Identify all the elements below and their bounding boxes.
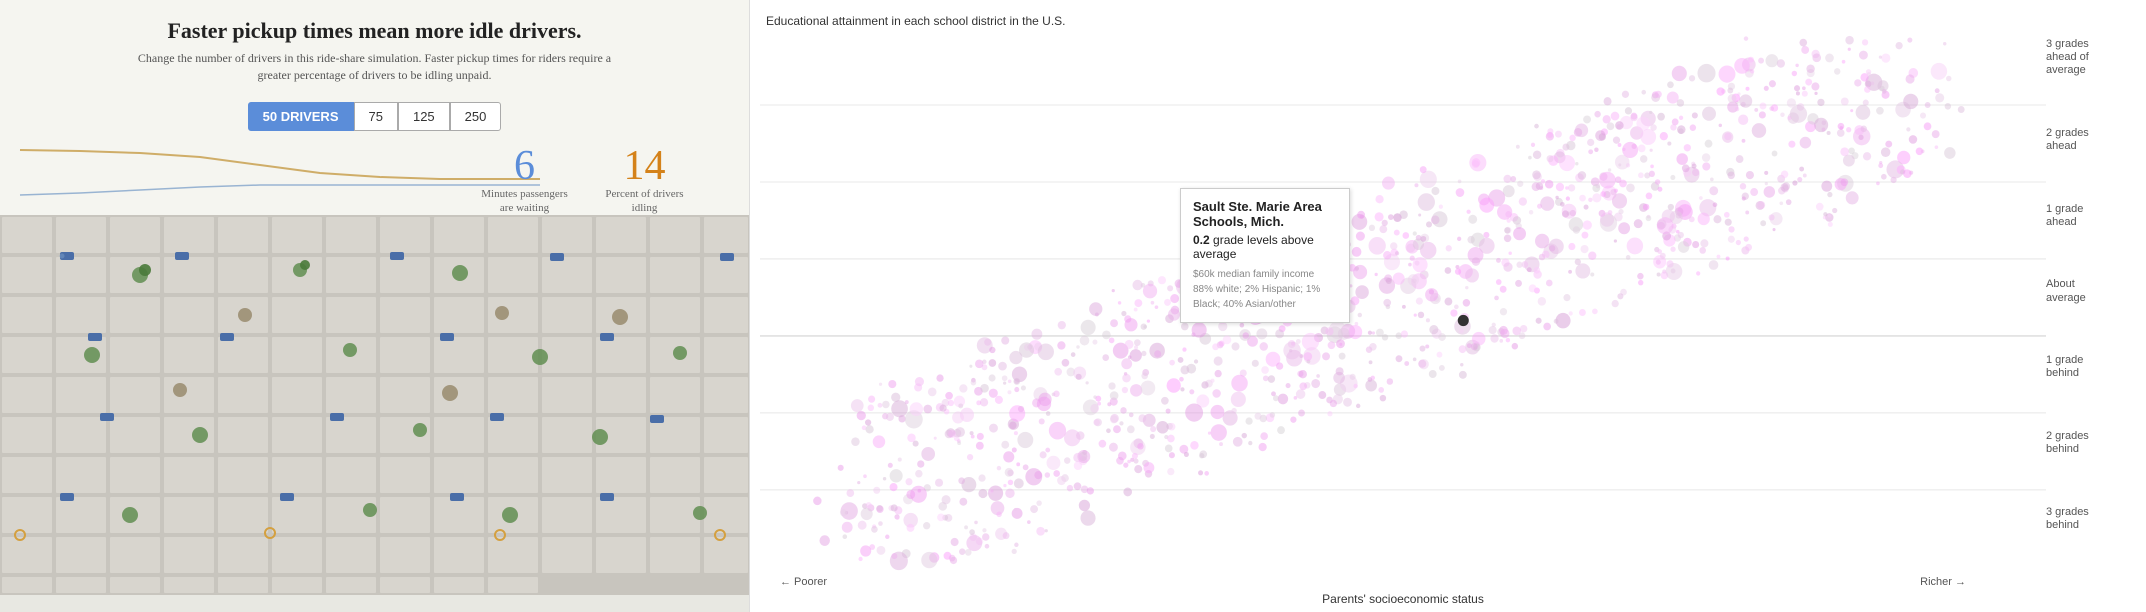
- x-center-label: Parents' socioeconomic status: [750, 592, 2056, 612]
- x-axis-container: ← Poorer Richer → Parents' socioeconomic…: [750, 572, 2146, 612]
- scatter-plot-area: Sault Ste. Marie Area Schools, Mich. 0.2…: [760, 28, 2046, 572]
- left-panel: Faster pickup times mean more idle drive…: [0, 0, 750, 612]
- driver-button-group: 50 DRIVERS 75 125 250: [248, 102, 502, 131]
- driver-btn-50[interactable]: 50 DRIVERS: [248, 102, 354, 131]
- y-label-3-behind: 3 gradesbehind: [2046, 506, 2136, 532]
- line-chart-area: 6 Minutes passengers are waiting 14 Perc…: [0, 135, 750, 215]
- y-label-average: Aboutaverage: [2046, 278, 2136, 304]
- city-map: // We'll draw this via inline rects in a…: [0, 215, 750, 612]
- right-panel: Educational attainment in each school di…: [750, 0, 2146, 612]
- stat-minutes: 6 Minutes passengers are waiting: [480, 145, 570, 216]
- x-label-poorer: ← Poorer: [780, 576, 827, 588]
- driver-btn-250[interactable]: 250: [450, 102, 502, 131]
- left-panel-title: Faster pickup times mean more idle drive…: [125, 18, 625, 44]
- left-header: Faster pickup times mean more idle drive…: [85, 0, 665, 92]
- y-label-2-behind: 2 gradesbehind: [2046, 430, 2136, 456]
- scatter-chart-title: Educational attainment in each school di…: [750, 0, 2146, 28]
- y-label-1-ahead: 1 gradeahead: [2046, 203, 2136, 229]
- driver-btn-75[interactable]: 75: [354, 102, 398, 131]
- scatter-container: 3 gradesahead ofaverage 2 gradesahead 1 …: [760, 28, 2136, 572]
- left-panel-subtitle: Change the number of drivers in this rid…: [125, 50, 625, 84]
- y-label-2-ahead: 2 gradesahead: [2046, 127, 2136, 153]
- x-label-richer: Richer →: [1920, 576, 1966, 588]
- stat-minutes-number: 6: [480, 145, 570, 187]
- x-axis-labels: ← Poorer Richer →: [750, 572, 2056, 592]
- y-axis-labels: 3 gradesahead ofaverage 2 gradesahead 1 …: [2046, 28, 2136, 542]
- y-label-3-ahead: 3 gradesahead ofaverage: [2046, 38, 2136, 78]
- stat-minutes-label: Minutes passengers are waiting: [480, 187, 570, 216]
- y-label-1-behind: 1 gradebehind: [2046, 354, 2136, 380]
- stat-idle: 14 Percent of drivers idling: [600, 145, 690, 216]
- driver-btn-125[interactable]: 125: [398, 102, 450, 131]
- city-map-svg: // We'll draw this via inline rects in a…: [0, 215, 750, 595]
- scatter-svg: [760, 28, 2046, 572]
- stats-row: 6 Minutes passengers are waiting 14 Perc…: [480, 145, 690, 216]
- stat-idle-number: 14: [600, 145, 690, 187]
- stat-idle-label: Percent of drivers idling: [600, 187, 690, 216]
